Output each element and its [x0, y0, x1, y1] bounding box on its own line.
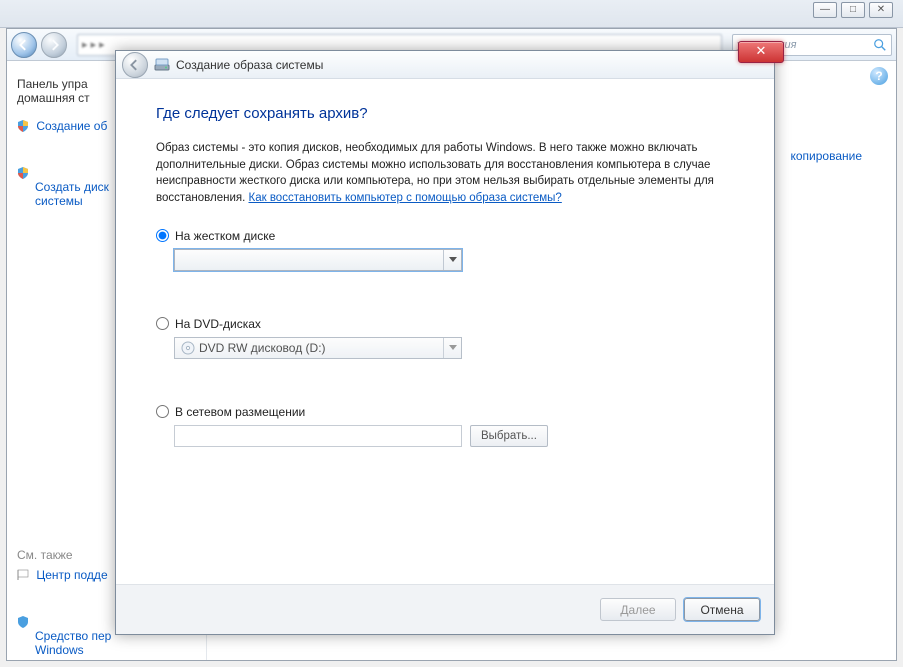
- option-network[interactable]: В сетевом размещении: [156, 405, 734, 419]
- nav-forward-button[interactable]: [41, 32, 67, 58]
- outer-close-button[interactable]: ✕: [869, 2, 893, 18]
- search-icon: [873, 38, 887, 52]
- outer-titlebar: — □ ✕: [0, 0, 903, 28]
- option-network-label: В сетевом размещении: [175, 405, 305, 419]
- shield-icon: [17, 153, 29, 165]
- system-image-icon: [154, 57, 170, 73]
- option-dvd-group: На DVD-дисках DVD RW дисковод (D:): [156, 317, 734, 359]
- option-hdd[interactable]: На жестком диске: [156, 229, 734, 243]
- option-dvd[interactable]: На DVD-дисках: [156, 317, 734, 331]
- help-icon[interactable]: ?: [870, 67, 888, 85]
- network-path-input[interactable]: [174, 425, 462, 447]
- outer-min-button[interactable]: —: [813, 2, 837, 18]
- outer-window-buttons: — □ ✕: [813, 2, 893, 18]
- system-image-wizard: ✕ Создание образа системы Где следует со…: [115, 50, 775, 635]
- hdd-combobox[interactable]: [174, 249, 462, 271]
- option-hdd-label: На жестком диске: [175, 229, 275, 243]
- wizard-title-text: Создание образа системы: [176, 58, 323, 72]
- radio-network[interactable]: [156, 405, 169, 418]
- wizard-titlebar: Создание образа системы: [116, 51, 774, 79]
- cancel-button[interactable]: Отмена: [684, 598, 760, 621]
- dvd-combobox[interactable]: DVD RW дисковод (D:): [174, 337, 462, 359]
- outer-max-button[interactable]: □: [841, 2, 865, 18]
- dvd-combo-value: DVD RW дисковод (D:): [199, 341, 326, 355]
- flag-icon: [17, 569, 29, 581]
- shield-icon: [17, 602, 29, 614]
- main-backup-link[interactable]: копирование: [790, 149, 862, 163]
- wizard-heading: Где следует сохранять архив?: [156, 105, 734, 122]
- wizard-close-button[interactable]: ✕: [738, 41, 784, 63]
- help-link[interactable]: Как восстановить компьютер с помощью обр…: [249, 192, 562, 204]
- disc-icon: [181, 341, 195, 355]
- chevron-down-icon: [443, 250, 461, 270]
- chevron-down-icon: [443, 338, 461, 358]
- shield-icon: [17, 120, 29, 132]
- wizard-description: Образ системы - это копия дисков, необхо…: [156, 140, 734, 207]
- radio-hdd[interactable]: [156, 229, 169, 242]
- wizard-back-button[interactable]: [122, 52, 148, 78]
- wizard-content: Где следует сохранять архив? Образ систе…: [116, 79, 774, 584]
- option-hdd-group: На жестком диске: [156, 229, 734, 271]
- radio-dvd[interactable]: [156, 317, 169, 330]
- option-network-group: В сетевом размещении Выбрать...: [156, 405, 734, 447]
- wizard-footer: Далее Отмена: [116, 584, 774, 634]
- nav-back-button[interactable]: [11, 32, 37, 58]
- browse-button[interactable]: Выбрать...: [470, 425, 548, 447]
- next-button[interactable]: Далее: [600, 598, 676, 621]
- option-dvd-label: На DVD-дисках: [175, 317, 261, 331]
